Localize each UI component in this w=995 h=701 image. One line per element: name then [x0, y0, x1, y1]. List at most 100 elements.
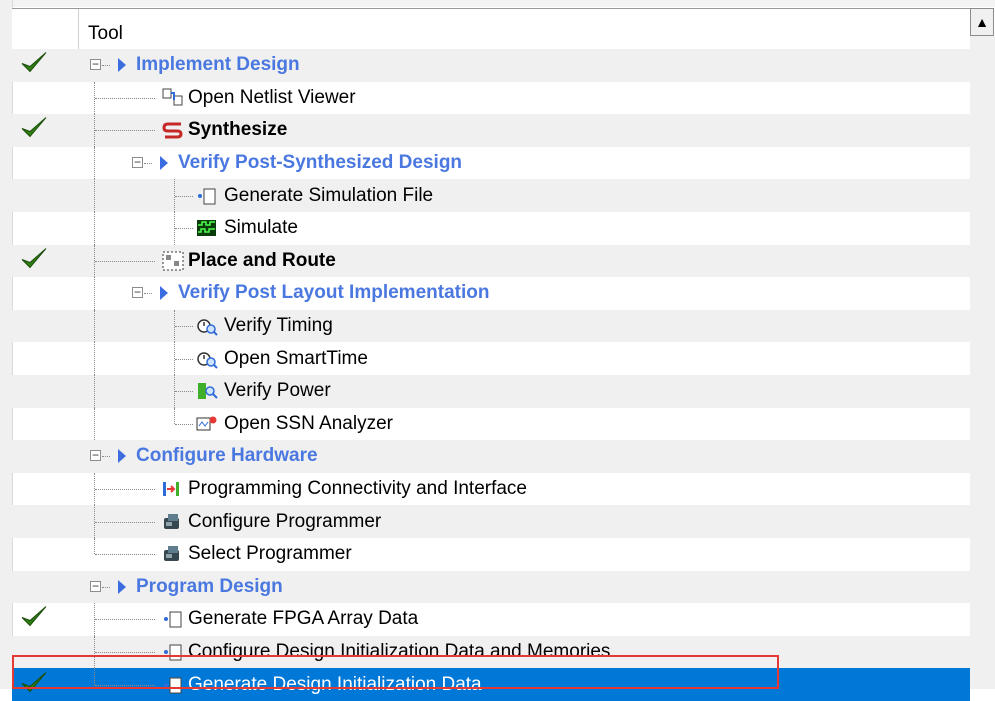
- checkmark-icon: [20, 246, 48, 275]
- tree-node-label[interactable]: Place and Route: [188, 250, 336, 272]
- tree-node-label[interactable]: Open SmartTime: [224, 348, 368, 370]
- tree-node-label[interactable]: Generate Simulation File: [224, 185, 433, 207]
- tree-guide-line: [94, 374, 95, 408]
- status-cell: [12, 82, 72, 115]
- collapse-toggle-icon[interactable]: −: [90, 58, 101, 71]
- tree-item-row[interactable]: Synthesize: [12, 114, 970, 147]
- status-cell: [12, 668, 72, 701]
- collapse-toggle-icon[interactable]: −: [90, 580, 101, 592]
- tree-item-row[interactable]: Configure Programmer: [12, 505, 970, 538]
- tree-item-row[interactable]: Open Netlist Viewer: [12, 81, 970, 115]
- checkmark-icon: [20, 116, 48, 145]
- power-icon: [196, 381, 218, 401]
- tree-guide-line: [94, 407, 95, 441]
- expand-arrow-icon[interactable]: [118, 449, 126, 464]
- tree-item-row[interactable]: Generate FPGA Array Data: [12, 603, 970, 636]
- programmer-icon: [162, 512, 184, 532]
- tree-item-row[interactable]: Place and Route: [12, 244, 970, 278]
- ssn-analyzer-icon: [196, 414, 218, 434]
- tree-node-label[interactable]: Verify Post Layout Implementation: [178, 282, 489, 304]
- tool-column-header[interactable]: Tool: [88, 23, 123, 45]
- status-cell: [12, 310, 72, 343]
- tree-node-label[interactable]: Verify Power: [224, 380, 331, 402]
- simulate-icon: [196, 218, 218, 238]
- status-cell: [12, 603, 72, 636]
- tree-branch-line: [102, 65, 110, 67]
- tree-node-label[interactable]: Configure Design Initialization Data and…: [188, 641, 610, 663]
- status-cell: [12, 636, 72, 669]
- tree-node-label[interactable]: Open SSN Analyzer: [224, 413, 393, 435]
- window-top-edge: [0, 0, 995, 7]
- status-cell: [12, 505, 72, 538]
- tree-node-label[interactable]: Generate FPGA Array Data: [188, 608, 418, 630]
- status-cell: [12, 473, 72, 506]
- tree-item-row[interactable]: Simulate: [12, 211, 970, 245]
- tree-branch-line: [175, 423, 193, 425]
- tree-group-row[interactable]: − Verify Post-Synthesized Design: [12, 146, 970, 180]
- tree-node-label[interactable]: Implement Design: [136, 54, 300, 76]
- tree-node-label[interactable]: Verify Timing: [224, 315, 333, 337]
- connectivity-icon: [162, 479, 184, 499]
- column-divider[interactable]: [78, 9, 79, 50]
- tree-node-label[interactable]: Verify Post-Synthesized Design: [178, 152, 462, 174]
- tree-branch-line: [95, 489, 155, 491]
- timing-icon: [196, 316, 218, 336]
- tree-branch-line: [175, 195, 193, 197]
- design-flow-tree: − Implement Design Open Netlist Viewer Synt…: [12, 49, 970, 701]
- expand-arrow-icon[interactable]: [160, 286, 168, 301]
- tree-node-label[interactable]: Configure Hardware: [136, 445, 318, 467]
- tree-group-row[interactable]: − Program Design: [12, 570, 970, 604]
- tree-guide-line: [94, 179, 95, 212]
- place-route-icon: [162, 251, 184, 271]
- status-cell: [12, 375, 72, 408]
- status-cell: [12, 49, 72, 82]
- tree-node-label[interactable]: Select Programmer: [188, 543, 352, 565]
- tree-guide-line: [174, 407, 175, 424]
- tree-node-label[interactable]: Generate Design Initialization Data: [188, 674, 482, 696]
- tree-item-row[interactable]: Open SmartTime: [12, 342, 970, 375]
- tree-item-row[interactable]: Select Programmer: [12, 537, 970, 571]
- tree-branch-line: [95, 684, 155, 686]
- tree-guide-line: [94, 277, 95, 310]
- tree-group-row[interactable]: − Implement Design: [12, 49, 970, 82]
- tree-group-row[interactable]: − Verify Post Layout Implementation: [12, 277, 970, 310]
- status-cell: [12, 179, 72, 212]
- tree-guide-line: [94, 537, 95, 555]
- checkmark-icon: [20, 605, 48, 634]
- tree-node-label[interactable]: Open Netlist Viewer: [188, 87, 356, 109]
- tree-item-row[interactable]: Generate Design Initialization Data: [12, 668, 970, 701]
- tree-item-row[interactable]: Programming Connectivity and Interface: [12, 472, 970, 506]
- tree-branch-line: [144, 163, 152, 165]
- tree-item-row[interactable]: Verify Timing: [12, 309, 970, 343]
- status-cell: [12, 245, 72, 278]
- status-cell: [12, 538, 72, 571]
- tree-node-label[interactable]: Programming Connectivity and Interface: [188, 478, 527, 500]
- tree-node-label[interactable]: Simulate: [224, 217, 298, 239]
- collapse-toggle-icon[interactable]: −: [132, 286, 143, 299]
- tree-group-row[interactable]: − Configure Hardware: [12, 440, 970, 473]
- tree-branch-line: [175, 326, 193, 328]
- timing-icon: [196, 349, 218, 369]
- netlist-viewer-icon: [162, 88, 184, 108]
- collapse-toggle-icon[interactable]: −: [90, 449, 101, 462]
- tree-branch-line: [95, 260, 155, 262]
- expand-arrow-icon[interactable]: [118, 579, 126, 594]
- tree-node-label[interactable]: Program Design: [136, 576, 283, 598]
- scroll-up-button[interactable]: ▲: [970, 8, 994, 36]
- tree-node-label[interactable]: Synthesize: [188, 119, 287, 141]
- expand-arrow-icon[interactable]: [118, 58, 126, 73]
- tree-branch-line: [175, 358, 193, 360]
- expand-arrow-icon[interactable]: [160, 156, 168, 171]
- tree-item-row[interactable]: Generate Simulation File: [12, 179, 970, 212]
- tree-guide-line: [94, 146, 95, 180]
- tree-node-label[interactable]: Configure Programmer: [188, 511, 381, 533]
- status-cell: [12, 114, 72, 147]
- collapse-toggle-icon[interactable]: −: [132, 156, 143, 169]
- tree-item-row[interactable]: Configure Design Initialization Data and…: [12, 635, 970, 669]
- scrollbar-track[interactable]: [970, 36, 995, 689]
- tree-guide-line: [94, 309, 95, 343]
- tree-branch-line: [175, 228, 193, 230]
- tree-item-row[interactable]: Verify Power: [12, 374, 970, 408]
- tree-item-row[interactable]: Open SSN Analyzer: [12, 407, 970, 441]
- tree-branch-line: [144, 293, 152, 295]
